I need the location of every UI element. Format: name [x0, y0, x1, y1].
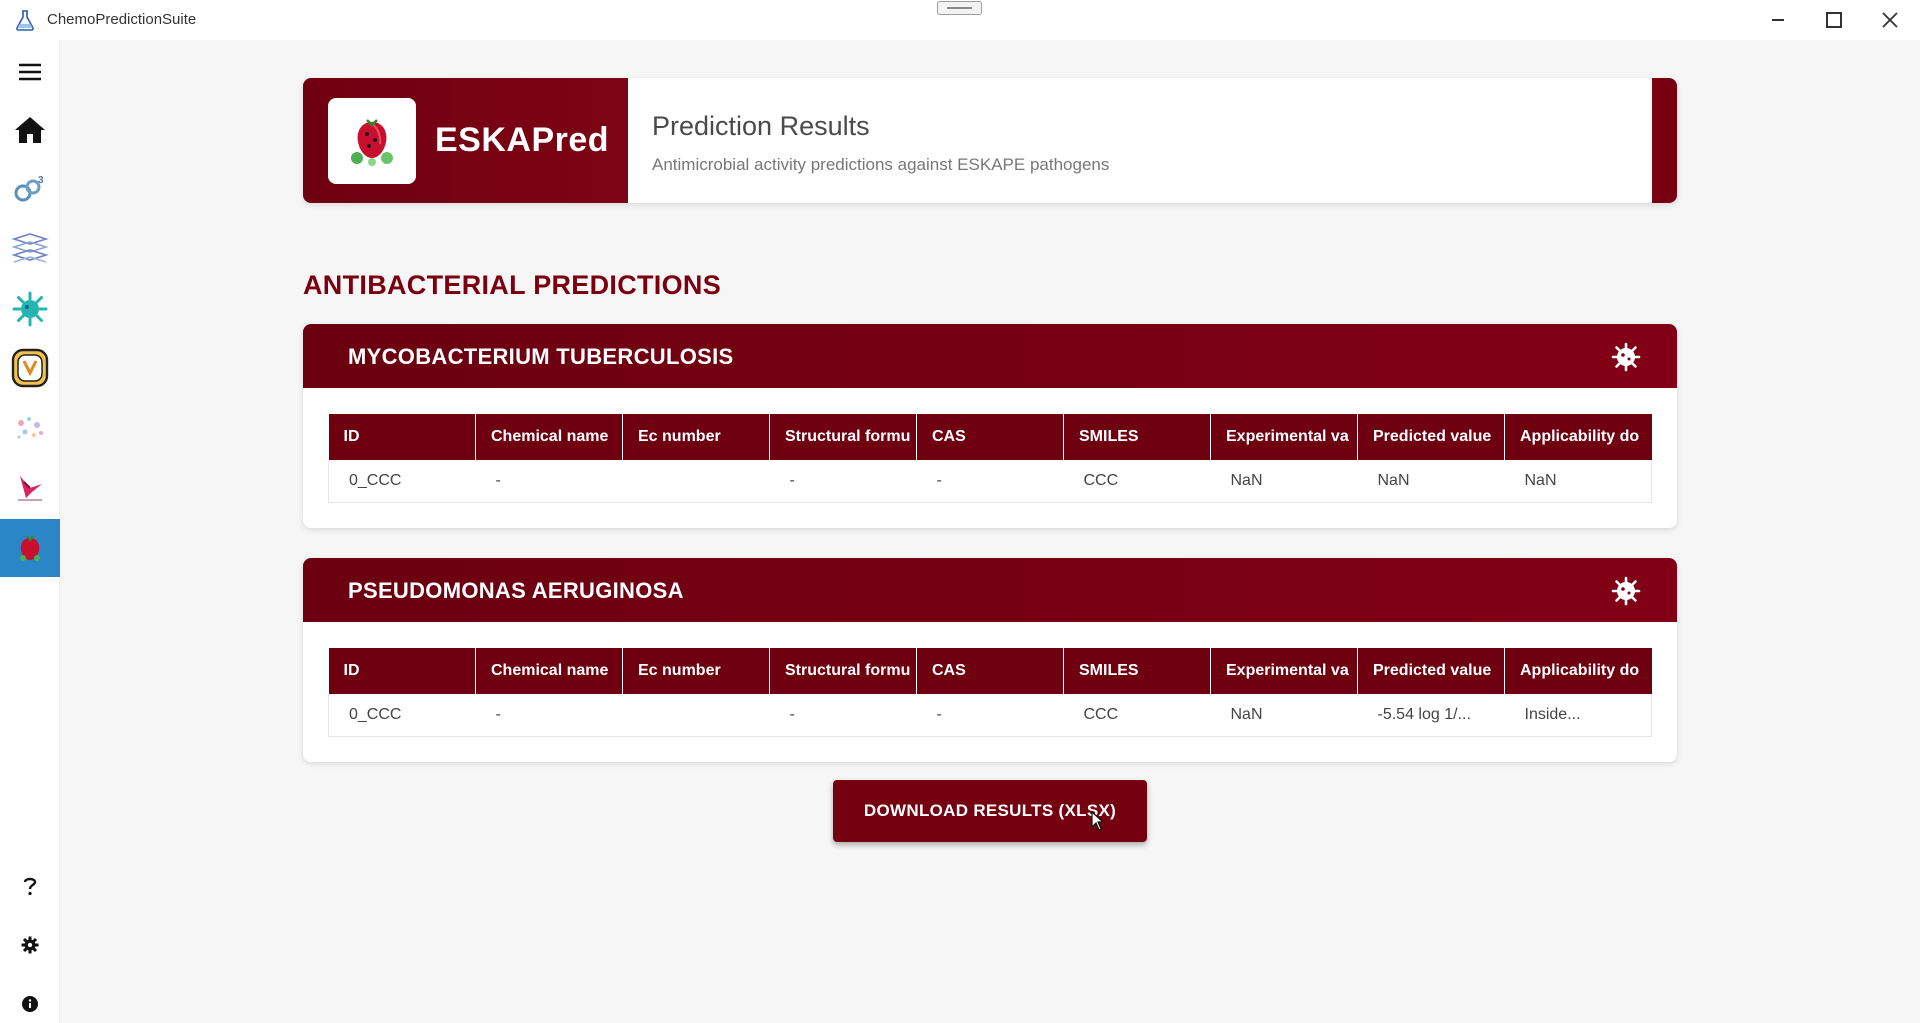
column-header[interactable]: Ec number — [622, 648, 770, 694]
table-cell: - — [475, 694, 623, 737]
pathogen-card-pa: PSEUDOMONAS AERUGINOSA ID Chemical name … — [303, 558, 1677, 762]
sidebar-item-module-5[interactable] — [0, 399, 60, 457]
brand-panel: ESKAPred — [303, 78, 628, 203]
column-header[interactable]: Chemical name — [475, 414, 623, 460]
sidebar-item-info[interactable] — [0, 975, 60, 1023]
column-header[interactable]: Applicability do — [1504, 648, 1652, 694]
column-header[interactable]: Applicability do — [1504, 414, 1652, 460]
column-header[interactable]: Experimental va — [1210, 414, 1358, 460]
results-header: ESKAPred Prediction Results Antimicrobia… — [303, 78, 1677, 203]
eskapred-icon — [20, 535, 40, 561]
column-header[interactable]: CAS — [916, 414, 1064, 460]
column-header[interactable]: Chemical name — [475, 648, 623, 694]
sidebar-item-settings[interactable] — [0, 916, 60, 974]
eskapred-logo-icon — [351, 119, 393, 166]
column-header[interactable]: Structural formu — [769, 414, 917, 460]
table-header-row: ID Chemical name Ec number Structural fo… — [328, 414, 1652, 460]
sidebar-item-module-4[interactable] — [0, 339, 60, 397]
results-table: ID Chemical name Ec number Structural fo… — [328, 648, 1652, 737]
bacteria-icon — [1611, 342, 1641, 372]
pathogen-card-header: MYCOBACTERIUM TUBERCULOSIS — [303, 324, 1677, 388]
virus-icon — [12, 291, 48, 327]
table-row[interactable]: 0_CCC - - - CCC NaN -5.54 log 1/... Insi… — [328, 694, 1652, 737]
table-cell: CCC — [1063, 460, 1211, 503]
sidebar-item-help[interactable] — [0, 857, 60, 915]
flask-icon — [16, 10, 34, 31]
window-title: ChemoPredictionSuite — [47, 11, 197, 28]
maximize-icon — [1826, 12, 1842, 28]
header-accent-bar — [1652, 78, 1677, 203]
sidebar-item-home[interactable] — [0, 101, 60, 159]
table-cell: - — [769, 460, 917, 503]
column-header[interactable]: ID — [328, 648, 476, 694]
sidebar-item-module-3[interactable] — [0, 280, 60, 338]
column-header[interactable]: SMILES — [1063, 414, 1211, 460]
table-cell: CCC — [1063, 694, 1211, 737]
column-header[interactable]: Experimental va — [1210, 648, 1358, 694]
column-header[interactable]: Predicted value — [1357, 648, 1505, 694]
bird-icon — [18, 476, 42, 501]
minimize-button[interactable] — [1750, 0, 1806, 40]
bacteria-icon — [1611, 576, 1641, 606]
close-icon — [1882, 12, 1898, 28]
table-cell: - — [916, 460, 1064, 503]
table-cell: NaN — [1210, 460, 1358, 503]
pathogen-card-mtb: MYCOBACTERIUM TUBERCULOSIS ID Chemical n… — [303, 324, 1677, 528]
table-cell: NaN — [1210, 694, 1358, 737]
table-row[interactable]: 0_CCC - - - CCC NaN NaN NaN — [328, 460, 1652, 503]
table-cell — [622, 460, 770, 503]
info-icon — [22, 996, 38, 1012]
shield-app-icon — [11, 348, 49, 388]
table-cell: NaN — [1504, 460, 1652, 503]
sidebar: 3 — [0, 40, 60, 1023]
gear-icon — [21, 936, 39, 954]
help-icon — [23, 877, 37, 896]
table-cell — [622, 694, 770, 737]
table-header-row: ID Chemical name Ec number Structural fo… — [328, 648, 1652, 694]
table-cell: 0_CCC — [328, 694, 476, 737]
column-header[interactable]: Ec number — [622, 414, 770, 460]
sidebar-item-module-6[interactable] — [0, 459, 60, 517]
table-cell: NaN — [1357, 460, 1505, 503]
svg-text:3: 3 — [38, 175, 44, 186]
sidebar-item-module-2[interactable] — [0, 220, 60, 278]
table-cell: - — [916, 694, 1064, 737]
table-cell: - — [475, 460, 623, 503]
main-content: ESKAPred Prediction Results Antimicrobia… — [60, 40, 1920, 1023]
section-title: ANTIBACTERIAL PREDICTIONS — [303, 270, 722, 300]
brand-name: ESKAPred — [435, 121, 610, 159]
pathogen-title: PSEUDOMONAS AERUGINOSA — [348, 578, 684, 603]
minimize-icon — [1772, 19, 1784, 21]
layers-icon — [11, 233, 49, 263]
mouse-cursor-icon — [1091, 811, 1105, 831]
column-header[interactable]: ID — [328, 414, 476, 460]
page-subtitle: Antimicrobial activity predictions again… — [652, 155, 1110, 174]
hamburger-icon — [19, 63, 41, 81]
pathogen-card-header: PSEUDOMONAS AERUGINOSA — [303, 558, 1677, 622]
eskapred-logo — [328, 98, 416, 184]
molecule-icon: 3 — [14, 175, 44, 202]
table-cell: 0_CCC — [328, 460, 476, 503]
particles-icon — [17, 417, 43, 439]
column-header[interactable]: Predicted value — [1357, 414, 1505, 460]
home-icon — [15, 117, 45, 143]
sidebar-item-eskapred[interactable] — [0, 519, 60, 577]
column-header[interactable]: Structural formu — [769, 648, 917, 694]
pathogen-title: MYCOBACTERIUM TUBERCULOSIS — [348, 344, 734, 369]
table-cell: - — [769, 694, 917, 737]
sidebar-item-menu[interactable] — [0, 43, 60, 101]
table-cell: -5.54 log 1/... — [1357, 694, 1505, 737]
column-header[interactable]: SMILES — [1063, 648, 1211, 694]
sidebar-item-module-1[interactable]: 3 — [0, 160, 60, 218]
close-button[interactable] — [1862, 0, 1918, 40]
maximize-button[interactable] — [1806, 0, 1862, 40]
page-title: Prediction Results — [652, 111, 870, 141]
title-bar: ChemoPredictionSuite — [0, 0, 1920, 40]
results-table: ID Chemical name Ec number Structural fo… — [328, 414, 1652, 503]
column-header[interactable]: CAS — [916, 648, 1064, 694]
drag-handle[interactable] — [937, 1, 982, 15]
table-cell: Inside... — [1504, 694, 1652, 737]
